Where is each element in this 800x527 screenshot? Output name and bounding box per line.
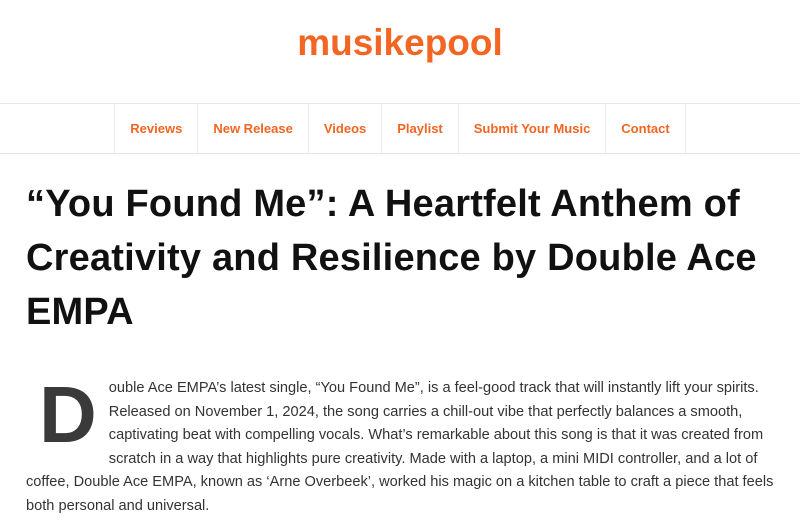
nav-item-submit-your-music[interactable]: Submit Your Music: [459, 104, 607, 153]
site-logo[interactable]: musikepool: [297, 22, 503, 64]
drop-cap: D: [39, 370, 97, 459]
nav-item-reviews[interactable]: Reviews: [115, 104, 199, 153]
article: “You Found Me”: A Heartfelt Anthem of Cr…: [0, 177, 800, 518]
article-body: D ouble Ace EMPA’s latest single, “You F…: [26, 370, 774, 518]
nav-item-new-release[interactable]: New Release: [198, 104, 309, 153]
article-paragraph: ouble Ace EMPA’s latest single, “You Fou…: [26, 380, 774, 514]
nav-item-playlist[interactable]: Playlist: [382, 104, 459, 153]
article-title: “You Found Me”: A Heartfelt Anthem of Cr…: [26, 183, 757, 333]
nav-item-videos[interactable]: Videos: [309, 104, 383, 153]
main-nav: Reviews New Release Videos Playlist Subm…: [0, 104, 800, 154]
nav-list: Reviews New Release Videos Playlist Subm…: [114, 104, 686, 153]
site-header: musikepool: [0, 0, 800, 104]
nav-item-contact[interactable]: Contact: [606, 104, 686, 153]
